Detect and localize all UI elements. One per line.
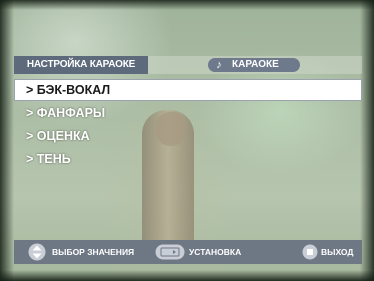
stop-button-icon: [302, 244, 318, 260]
music-note-icon: ♪: [216, 59, 222, 71]
select-value-hint: ВЫБОР ЗНАЧЕНИЯ: [22, 240, 152, 264]
menu-title: НАСТРОЙКА КАРАОКЕ: [14, 56, 148, 74]
exit-label: ВЫХОД: [321, 247, 354, 257]
menu-item-shadow[interactable]: > ТЕНЬ: [14, 148, 362, 170]
select-value-label: ВЫБОР ЗНАЧЕНИЯ: [52, 247, 135, 257]
enter-key-icon: [155, 244, 185, 260]
set-label: УСТАНОВКА: [189, 247, 242, 257]
menu-item-fanfare[interactable]: > ФАНФАРЫ: [14, 102, 362, 124]
karaoke-mode-badge: ♪ КАРАОКЕ: [208, 58, 300, 72]
menu-item-label: > ТЕНЬ: [26, 152, 71, 166]
menu-item-backing-vocal[interactable]: > БЭК-ВОКАЛ: [14, 79, 362, 101]
menu-item-score[interactable]: > ОЦЕНКА: [14, 125, 362, 147]
karaoke-mode-label: КАРАОКЕ: [232, 59, 279, 70]
exit-hint: ВЫХОД: [302, 240, 360, 264]
menu-item-label: > БЭК-ВОКАЛ: [26, 83, 111, 97]
menu-item-label: > ОЦЕНКА: [26, 129, 90, 143]
menu-item-label: > ФАНФАРЫ: [26, 106, 106, 120]
set-hint: УСТАНОВКА: [155, 240, 265, 264]
up-down-arrows-icon: [28, 243, 46, 261]
